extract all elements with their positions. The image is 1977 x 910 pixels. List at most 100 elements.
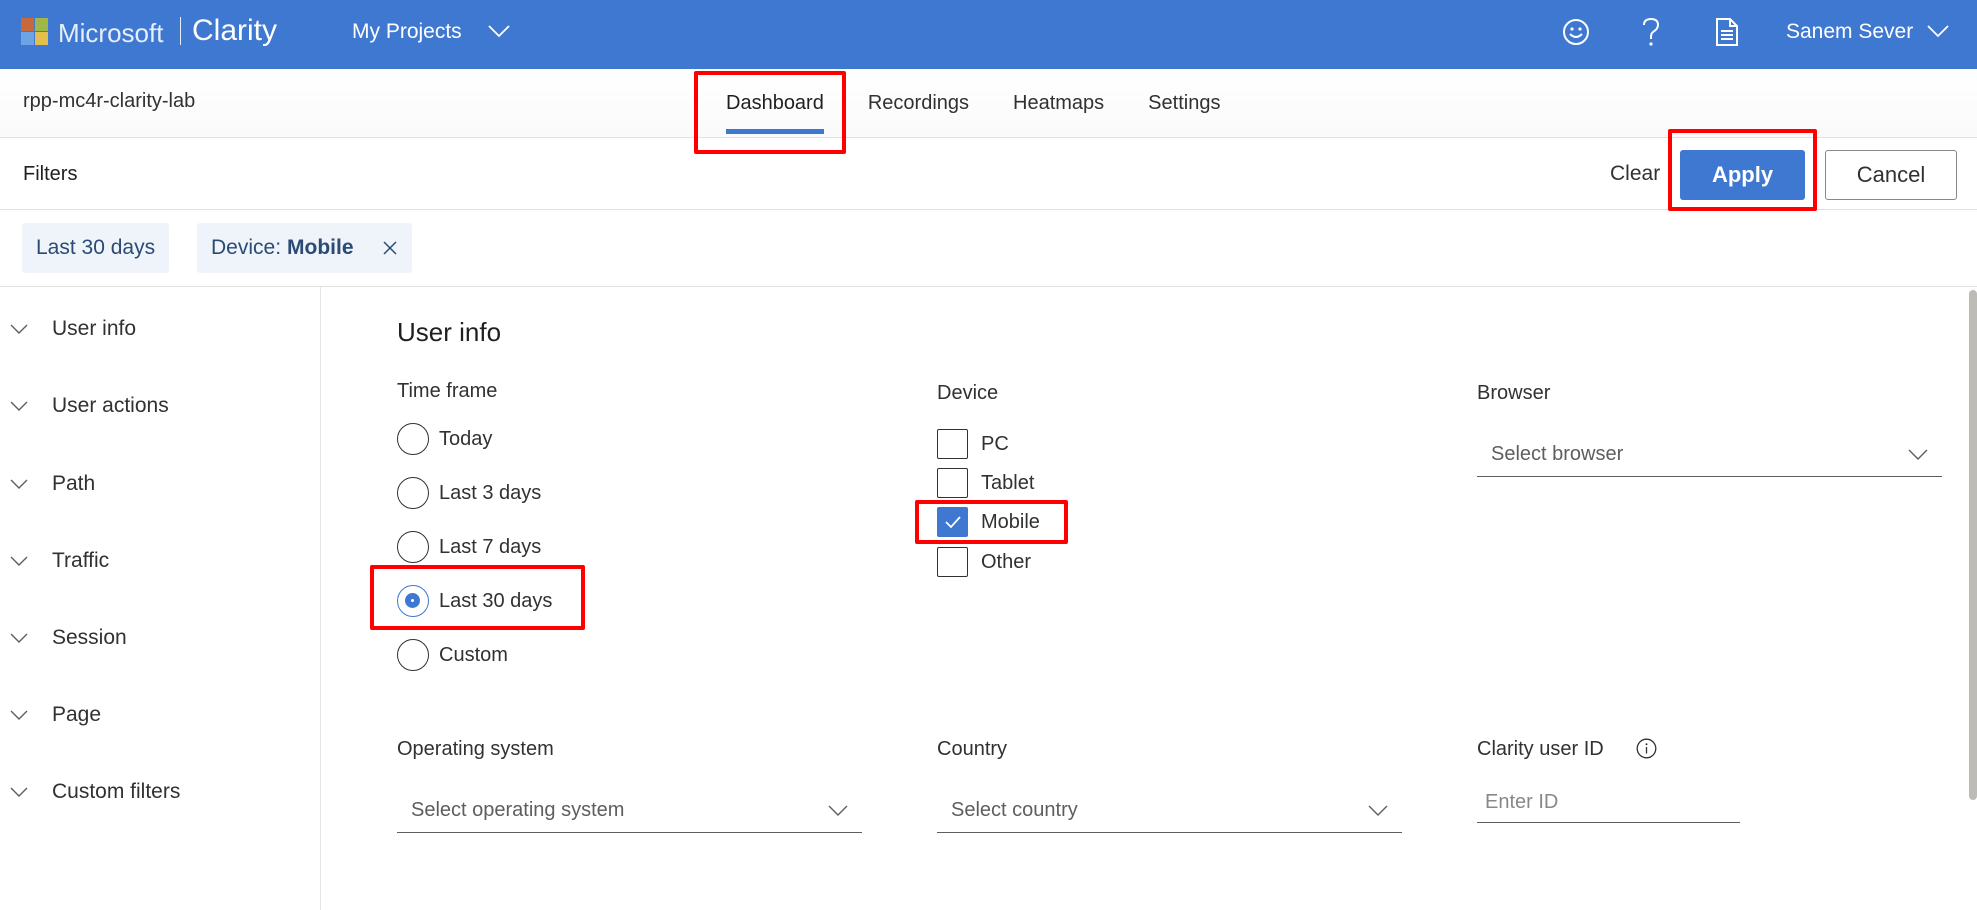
radio-label: Last 30 days <box>439 589 553 612</box>
radio-last-3-days[interactable]: Last 3 days <box>397 477 541 509</box>
checkbox-pc[interactable]: PC <box>937 429 1009 459</box>
device-label: Device <box>937 382 999 404</box>
radio-label: Custom <box>439 643 508 666</box>
sidebar-item-user-info[interactable]: User info <box>10 317 136 341</box>
radio-last-30-days[interactable]: Last 30 days <box>397 585 552 617</box>
sidebar-item-label: Path <box>52 472 96 495</box>
checkbox-box <box>937 429 968 459</box>
checkbox-label: Mobile <box>981 510 1040 533</box>
chip-value: Mobile <box>287 236 354 259</box>
sidebar-item-traffic[interactable]: Traffic <box>10 549 109 573</box>
checkbox-label: Other <box>981 550 1032 573</box>
radio-circle <box>397 477 429 509</box>
tab-settings[interactable]: Settings <box>1148 69 1220 138</box>
checkbox-label: PC <box>981 432 1009 455</box>
chevron-down-icon <box>10 710 30 720</box>
brand-product[interactable]: Clarity <box>192 14 277 48</box>
sidebar-item-session[interactable]: Session <box>10 626 127 650</box>
chevron-down-icon <box>10 633 30 643</box>
my-projects-menu[interactable]: My Projects <box>352 20 510 44</box>
apply-button[interactable]: Apply <box>1680 150 1805 200</box>
project-nav-bar: rpp-mc4r-clarity-lab Dashboard Recording… <box>0 69 1977 138</box>
checkbox-box-checked <box>937 507 968 537</box>
top-bar: Microsoft Clarity My Projects Sanem Seve… <box>0 0 1977 69</box>
active-filters-row: Last 30 days Device: Mobile <box>0 210 1977 287</box>
radio-last-7-days[interactable]: Last 7 days <box>397 531 541 563</box>
radio-circle <box>397 423 429 455</box>
help-icon[interactable] <box>1635 16 1667 48</box>
radio-circle <box>397 531 429 563</box>
operating-system-dropdown[interactable]: Select operating system <box>397 789 862 833</box>
chevron-down-icon <box>1368 799 1388 822</box>
country-dropdown[interactable]: Select country <box>937 789 1402 833</box>
chevron-down-icon <box>10 479 30 489</box>
info-icon[interactable] <box>1636 738 1657 759</box>
sidebar-item-path[interactable]: Path <box>10 472 95 496</box>
country-placeholder: Select country <box>951 799 1078 821</box>
checkbox-other[interactable]: Other <box>937 547 1031 577</box>
document-icon[interactable] <box>1711 16 1743 48</box>
user-name: Sanem Sever <box>1786 20 1914 43</box>
main-scrollbar[interactable] <box>1969 290 1977 800</box>
chip-prefix: Device: <box>211 236 282 259</box>
cancel-button[interactable]: Cancel <box>1825 150 1957 200</box>
sidebar-item-user-actions[interactable]: User actions <box>10 394 169 418</box>
brand-company: Microsoft <box>58 18 164 48</box>
radio-circle <box>397 639 429 671</box>
microsoft-logo-icon <box>21 18 49 46</box>
sidebar-item-label: Traffic <box>52 549 110 572</box>
sidebar-item-label: Custom filters <box>52 780 181 803</box>
radio-label: Last 7 days <box>439 535 542 558</box>
radio-custom[interactable]: Custom <box>397 639 508 671</box>
browser-label: Browser <box>1477 382 1551 404</box>
project-name: rpp-mc4r-clarity-lab <box>23 90 196 112</box>
filters-header: Filters Clear Apply Cancel <box>0 138 1977 210</box>
section-title-user-info: User info <box>397 317 502 347</box>
sidebar-item-label: Session <box>52 626 127 649</box>
country-label: Country <box>937 738 1008 760</box>
radio-label: Last 3 days <box>439 481 542 504</box>
clear-button[interactable]: Clear <box>1610 162 1660 186</box>
chevron-down-icon <box>10 401 30 411</box>
chevron-down-icon <box>1908 443 1928 466</box>
time-frame-label: Time frame <box>397 380 498 402</box>
chevron-down-icon <box>10 324 30 334</box>
sidebar-item-page[interactable]: Page <box>10 703 101 727</box>
tab-heatmaps[interactable]: Heatmaps <box>1013 69 1104 138</box>
brand-divider <box>180 17 181 45</box>
clarity-user-id-input[interactable] <box>1477 783 1740 823</box>
close-icon[interactable] <box>382 240 398 256</box>
tab-recordings[interactable]: Recordings <box>868 69 969 138</box>
chevron-down-icon <box>828 799 848 822</box>
my-projects-label: My Projects <box>352 20 462 43</box>
tab-dashboard[interactable]: Dashboard <box>726 69 824 138</box>
smiley-feedback-icon[interactable] <box>1560 16 1592 48</box>
user-menu[interactable]: Sanem Sever <box>1786 20 1949 44</box>
chevron-down-icon <box>1927 20 1949 44</box>
chip-label: Last 30 days <box>36 236 156 259</box>
radio-label: Today <box>439 427 493 450</box>
operating-system-label: Operating system <box>397 738 554 760</box>
checkbox-mobile[interactable]: Mobile <box>937 507 1040 537</box>
radio-circle-selected <box>397 585 429 617</box>
filter-categories-sidebar: User info User actions Path Traffic Sess… <box>0 287 321 910</box>
sidebar-item-label: User info <box>52 317 137 340</box>
chevron-down-icon <box>10 787 30 797</box>
radio-today[interactable]: Today <box>397 423 492 455</box>
sidebar-item-label: Page <box>52 703 102 726</box>
browser-dropdown[interactable]: Select browser <box>1477 433 1942 477</box>
checkmark-icon <box>944 516 961 529</box>
filters-title: Filters <box>23 163 78 185</box>
sidebar-item-custom-filters[interactable]: Custom filters <box>10 780 180 804</box>
chevron-down-icon <box>10 556 30 566</box>
clarity-user-id-label: Clarity user ID <box>1477 738 1604 760</box>
checkbox-box <box>937 468 968 498</box>
checkbox-tablet[interactable]: Tablet <box>937 468 1034 498</box>
filter-chip-device[interactable]: Device: Mobile <box>197 223 412 273</box>
sidebar-item-label: User actions <box>52 394 169 417</box>
filter-chip-timeframe[interactable]: Last 30 days <box>22 223 170 273</box>
checkbox-box <box>937 547 968 577</box>
main-tabs: Dashboard Recordings Heatmaps Settings <box>704 69 1242 138</box>
operating-system-placeholder: Select operating system <box>411 799 625 821</box>
chevron-down-icon <box>488 20 510 44</box>
